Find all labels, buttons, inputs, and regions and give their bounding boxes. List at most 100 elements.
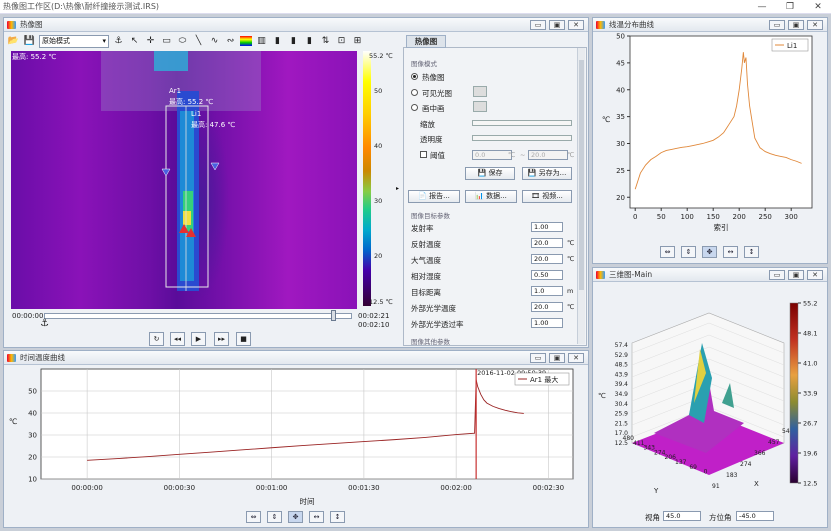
open-folder-icon[interactable]: 📂	[7, 35, 20, 48]
anchor-icon[interactable]: ⚓	[112, 35, 125, 48]
radio-thermal[interactable]	[411, 73, 418, 80]
panel-close-button[interactable]: ✕	[568, 353, 584, 363]
isotherm-icon[interactable]: ▥	[255, 35, 268, 48]
props-scrollbar[interactable]	[577, 48, 585, 344]
range-high-icon[interactable]: ▮	[271, 35, 284, 48]
line-profile-chart[interactable]: 0 50 100 150 200 250 300 20 25 30 35 40 45 50 索引 ℃ Li1	[594, 32, 826, 242]
collapse-arrow-icon[interactable]: ▸	[396, 185, 402, 197]
panel-close-button[interactable]: ✕	[807, 270, 823, 280]
param-value[interactable]: 1.00	[531, 318, 563, 328]
threshold-low-input[interactable]: 0.0	[472, 150, 512, 160]
time-slider-thumb[interactable]	[331, 310, 336, 321]
minimize-button[interactable]: —	[750, 0, 774, 14]
pip-image-icon[interactable]	[473, 101, 487, 112]
line-profile-title: 线温分布曲线	[609, 20, 654, 29]
palette-icon[interactable]	[240, 36, 252, 46]
panel-close-button[interactable]: ✕	[807, 20, 823, 30]
panel-minimize-button[interactable]: ▭	[530, 20, 546, 30]
param-value[interactable]: 1.0	[531, 286, 563, 296]
param-value[interactable]: 20.0	[531, 238, 563, 248]
transparency-label: 透明度	[420, 135, 443, 144]
video-button[interactable]: 🎞 视频...	[522, 190, 572, 203]
pan-v-icon[interactable]: ⇕	[267, 511, 282, 523]
ar1-name: Ar1	[169, 87, 182, 95]
line-tool-icon[interactable]: ╲	[192, 35, 205, 48]
fullscreen-icon[interactable]: ⊞	[351, 35, 364, 48]
fit-icon[interactable]: ⊡	[335, 35, 348, 48]
save-as-button[interactable]: 💾 另存为...	[522, 167, 572, 180]
param-value[interactable]: 1.00	[531, 222, 563, 232]
next-frame-button[interactable]: ▸▸	[214, 332, 229, 346]
panel-maximize-button[interactable]: ▣	[788, 20, 804, 30]
panel-minimize-button[interactable]: ▭	[769, 270, 785, 280]
pointer-tool-icon[interactable]: ↖	[128, 35, 141, 48]
point-tool-icon[interactable]: ✛	[144, 35, 157, 48]
azimuth-input[interactable]: -45.0	[736, 511, 774, 521]
report-button[interactable]: 📄 报告...	[408, 190, 460, 203]
pan-v-icon[interactable]: ⇕	[681, 246, 696, 258]
zoom-v-icon[interactable]: ↕	[330, 511, 345, 523]
view-angle-input[interactable]: 45.0	[663, 511, 701, 521]
param-value[interactable]: 20.0	[531, 302, 563, 312]
zoom-slider[interactable]	[472, 120, 572, 126]
time-slider[interactable]	[44, 313, 352, 319]
panel-maximize-button[interactable]: ▣	[549, 20, 565, 30]
zoom-h-icon[interactable]: ↔	[723, 246, 738, 258]
surface-chart[interactable]: 57.452.948.543.939.434.930.425.921.517.0…	[594, 283, 826, 505]
time-curve-chart[interactable]: 00:00:00 00:00:30 00:01:00 00:01:30 00:02:00…	[5, 365, 587, 510]
restore-button[interactable]: ❐	[778, 0, 802, 14]
auto-range-icon[interactable]: ⇅	[319, 35, 332, 48]
panel-close-button[interactable]: ✕	[568, 20, 584, 30]
panel-maximize-button[interactable]: ▣	[788, 270, 804, 280]
param-label: 目标距离	[411, 288, 441, 297]
zoom-v-icon[interactable]: ↕	[744, 246, 759, 258]
play-button[interactable]: ▶	[191, 332, 206, 346]
radio-visible[interactable]	[411, 89, 418, 96]
range-low-icon[interactable]: ▮	[287, 35, 300, 48]
threshold-checkbox[interactable]	[420, 151, 427, 158]
y-tick-label: 10	[28, 476, 37, 484]
rect-tool-icon[interactable]: ▭	[160, 35, 173, 48]
data-label: 数据...	[486, 192, 507, 200]
z-tick-label: 48.5	[615, 362, 629, 369]
colorbar-tick-label: 48.1	[803, 330, 817, 338]
save-icon[interactable]: 💾	[23, 35, 36, 48]
stop-button[interactable]: ■	[236, 332, 251, 346]
pan-all-icon[interactable]: ✥	[702, 246, 717, 258]
radio-pip[interactable]	[411, 104, 418, 111]
visible-image-icon[interactable]	[473, 86, 487, 97]
data-button[interactable]: 📊 数据...	[465, 190, 517, 203]
loop-button[interactable]: ↻	[149, 332, 164, 346]
props-scrollbar-thumb[interactable]	[579, 60, 584, 290]
li1-name: Li1	[191, 110, 202, 118]
anchor-marker-icon[interactable]: ⚓	[40, 318, 49, 329]
tab-thermal[interactable]: 热像图	[406, 35, 446, 48]
prev-frame-button[interactable]: ◂◂	[170, 332, 185, 346]
threshold-high-input[interactable]: 20.0	[528, 150, 568, 160]
thermal-icon	[7, 21, 16, 29]
panel-minimize-button[interactable]: ▭	[530, 353, 546, 363]
pan-all-icon[interactable]: ✥	[288, 511, 303, 523]
z-tick-label: 25.9	[615, 411, 629, 418]
pan-h-icon[interactable]: ⇔	[246, 511, 261, 523]
freehand-tool-icon[interactable]: ∾	[224, 35, 237, 48]
thermal-image[interactable]	[11, 51, 357, 309]
range-mid-icon[interactable]: ▮	[303, 35, 316, 48]
polyline-tool-icon[interactable]: ∿	[208, 35, 221, 48]
mode-select[interactable]: 原始模式	[39, 34, 109, 48]
panel-minimize-button[interactable]: ▭	[769, 20, 785, 30]
param-value[interactable]: 0.50	[531, 270, 563, 280]
param-label: 相对湿度	[411, 272, 441, 281]
pan-h-icon[interactable]: ⇔	[660, 246, 675, 258]
close-button[interactable]: ✕	[806, 0, 830, 14]
panel-maximize-button[interactable]: ▣	[549, 353, 565, 363]
param-label: 反射温度	[411, 240, 441, 249]
ellipse-tool-icon[interactable]: ⬭	[176, 35, 189, 48]
legend-entry: Ar1 最大	[530, 375, 558, 384]
param-value[interactable]: 20.0	[531, 254, 563, 264]
transparency-slider[interactable]	[472, 135, 572, 141]
save-button[interactable]: 💾 保存	[465, 167, 515, 180]
zoom-h-icon[interactable]: ↔	[309, 511, 324, 523]
x-axis-label: 时间	[300, 496, 315, 506]
time-curve-buttons: ▭ ▣ ✕	[530, 353, 584, 363]
